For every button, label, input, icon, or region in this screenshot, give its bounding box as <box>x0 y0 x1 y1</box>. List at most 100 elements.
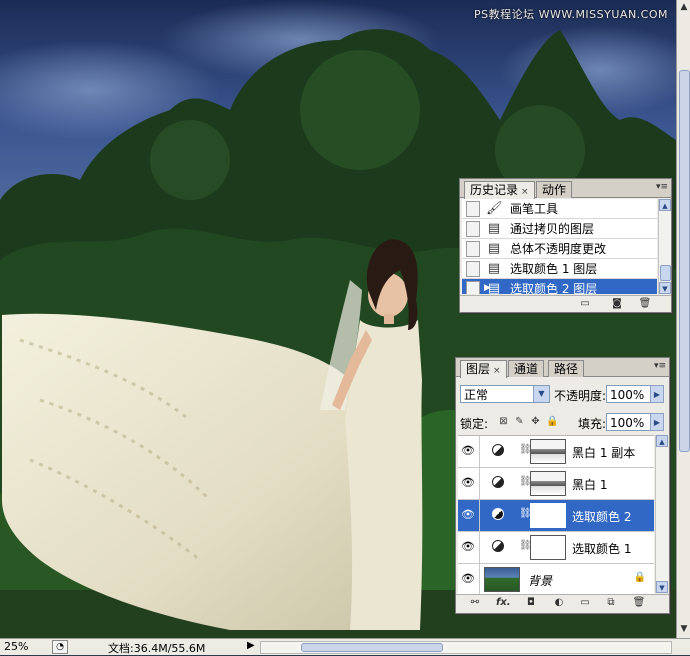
history-item[interactable]: 🖌 画笔工具 <box>462 199 657 219</box>
history-item[interactable]: ▤ 总体不透明度更改 <box>462 239 657 259</box>
brush-icon: 🖌 <box>486 200 503 216</box>
lock-transparency-icon[interactable]: ⊠ <box>498 416 509 427</box>
divider <box>479 564 480 594</box>
history-source-checkbox[interactable] <box>466 260 480 277</box>
current-state-arrow-icon: ▶ <box>484 283 491 293</box>
history-panel-tabs: 历史记录 × 动作 ▾≡ <box>460 179 671 199</box>
history-source-checkbox[interactable] <box>466 280 480 294</box>
scrollbar-thumb[interactable] <box>660 265 671 281</box>
layer-thumbnail[interactable] <box>484 567 520 592</box>
layers-list: 👁 ⛓ 黑白 1 副本 👁 ⛓ 黑白 1 👁 ⛓ 选取颜色 2 👁 ⛓ 选取颜色… <box>458 435 654 594</box>
panel-menu-icon[interactable]: ▾≡ <box>656 182 668 192</box>
history-source-checkbox[interactable] <box>466 200 480 217</box>
navigator-icon[interactable]: ◔ <box>52 640 68 654</box>
layer-name: 选取颜色 1 <box>572 542 632 556</box>
fill-input[interactable]: 100% <box>606 413 654 431</box>
layers-panel-tabs: 图层 × 通道 路径 ▾≡ <box>456 358 669 378</box>
adjustment-layer-icon <box>492 540 504 552</box>
scroll-down-icon[interactable]: ▼ <box>678 622 690 636</box>
chevron-down-icon[interactable]: ▼ <box>533 386 549 402</box>
scroll-up-icon[interactable]: ▲ <box>678 0 690 14</box>
history-item-selected[interactable]: ▶ ▤ 选取颜色 2 图层 <box>462 279 657 294</box>
lock-icon: 🔒 <box>633 572 646 583</box>
fill-slider-arrow-icon[interactable]: ▶ <box>650 413 664 431</box>
new-group-icon[interactable]: ▭ <box>578 597 592 608</box>
status-menu-arrow-icon[interactable]: ▶ <box>247 640 255 651</box>
divider <box>479 532 480 563</box>
layer-row[interactable]: 👁 ⛓ 选取颜色 1 <box>458 532 654 564</box>
history-source-checkbox[interactable] <box>466 240 480 257</box>
scrollbar-thumb[interactable] <box>679 70 690 452</box>
new-adjustment-layer-icon[interactable]: ◐ <box>552 597 566 608</box>
eye-icon[interactable]: 👁 <box>461 572 475 585</box>
divider <box>479 500 480 531</box>
layer-mask-thumbnail[interactable] <box>530 471 566 496</box>
canvas-vertical-scrollbar[interactable]: ▲ ▼ <box>676 0 690 638</box>
layer-mask-thumbnail[interactable] <box>530 503 566 528</box>
zoom-level[interactable]: 25% <box>4 640 28 653</box>
history-item-label: 通过拷贝的图层 <box>510 222 595 236</box>
scroll-up-icon[interactable]: ▲ <box>659 199 671 211</box>
tab-channels-label: 通道 <box>514 362 539 376</box>
layer-style-icon[interactable]: fx. <box>496 597 511 608</box>
trash-icon[interactable]: 🗑 <box>638 298 652 309</box>
lock-position-icon[interactable]: ✥ <box>530 416 541 427</box>
history-source-checkbox[interactable] <box>466 220 480 237</box>
eye-icon[interactable]: 👁 <box>461 508 475 521</box>
history-state-icon: ▤ <box>487 240 501 256</box>
history-item-label: 画笔工具 <box>510 202 559 216</box>
layer-mask-thumbnail[interactable] <box>530 535 566 560</box>
layer-name: 选取颜色 2 <box>572 510 632 524</box>
lock-image-icon[interactable]: ✎ <box>514 416 525 427</box>
divider <box>479 468 480 499</box>
add-mask-icon[interactable]: ◘ <box>524 597 538 608</box>
history-state-icon: ▤ <box>487 260 501 276</box>
history-item[interactable]: ▤ 通过拷贝的图层 <box>462 219 657 239</box>
panel-menu-icon[interactable]: ▾≡ <box>654 361 666 371</box>
layer-mask-thumbnail[interactable] <box>530 439 566 464</box>
scroll-up-icon[interactable]: ▲ <box>656 435 668 447</box>
tab-paths[interactable]: 路径 <box>548 360 585 377</box>
tab-layers[interactable]: 图层 × <box>460 360 507 378</box>
new-snapshot-icon[interactable]: ◙ <box>610 298 624 309</box>
history-footer: ▭ ◙ 🗑 <box>460 295 671 312</box>
history-item[interactable]: ▤ 选取颜色 1 图层 <box>462 259 657 279</box>
link-layers-icon[interactable]: ⚯ <box>468 597 482 608</box>
history-state-icon: ▤ <box>487 220 501 236</box>
blend-mode-value: 正常 <box>464 388 489 402</box>
history-item-label: 总体不透明度更改 <box>510 242 607 256</box>
eye-icon[interactable]: 👁 <box>461 476 475 489</box>
layer-row-selected[interactable]: 👁 ⛓ 选取颜色 2 <box>458 500 654 532</box>
tab-channels[interactable]: 通道 <box>508 360 545 377</box>
tab-actions[interactable]: 动作 <box>536 181 573 198</box>
lock-all-icon[interactable]: 🔒 <box>546 416 558 427</box>
canvas-horizontal-scrollbar[interactable] <box>260 641 672 654</box>
scroll-down-icon[interactable]: ▼ <box>659 282 671 294</box>
history-scrollbar[interactable]: ▲ ▼ <box>658 199 671 294</box>
new-layer-icon[interactable]: ⧉ <box>604 597 618 608</box>
layers-scrollbar[interactable]: ▲ ▼ <box>655 435 668 593</box>
adjustment-layer-icon <box>492 444 504 456</box>
layers-panel: 图层 × 通道 路径 ▾≡ 正常 ▼ 不透明度: 100% ▶ 锁定: ⊠ ✎ ✥… <box>455 357 670 614</box>
hscroll-thumb[interactable] <box>301 643 443 652</box>
blend-mode-select[interactable]: 正常 ▼ <box>460 385 550 403</box>
scroll-down-icon[interactable]: ▼ <box>656 581 668 593</box>
layer-row[interactable]: 👁 ⛓ 黑白 1 副本 <box>458 436 654 468</box>
layer-row[interactable]: 👁 ⛓ 黑白 1 <box>458 468 654 500</box>
close-icon[interactable]: × <box>521 187 529 197</box>
history-item-label: 选取颜色 1 图层 <box>510 262 598 276</box>
trash-icon[interactable]: 🗑 <box>632 597 646 608</box>
layer-row-background[interactable]: 👁 背景 🔒 <box>458 564 654 594</box>
tab-layers-label: 图层 <box>466 362 491 376</box>
status-bar: 25% ◔ 文档:36.4M/55.6M ▶ <box>0 638 690 655</box>
new-document-from-state-icon[interactable]: ▭ <box>578 298 592 309</box>
eye-icon[interactable]: 👁 <box>461 540 475 553</box>
watermark: PS教程论坛 WWW.MISSYUAN.COM <box>473 8 668 21</box>
eye-icon[interactable]: 👁 <box>461 444 475 457</box>
tab-history[interactable]: 历史记录 × <box>464 181 535 199</box>
tab-history-label: 历史记录 <box>470 183 519 197</box>
close-icon[interactable]: × <box>493 366 501 376</box>
opacity-input[interactable]: 100% <box>606 385 654 403</box>
opacity-slider-arrow-icon[interactable]: ▶ <box>650 385 664 403</box>
lock-label: 锁定: <box>460 417 489 431</box>
